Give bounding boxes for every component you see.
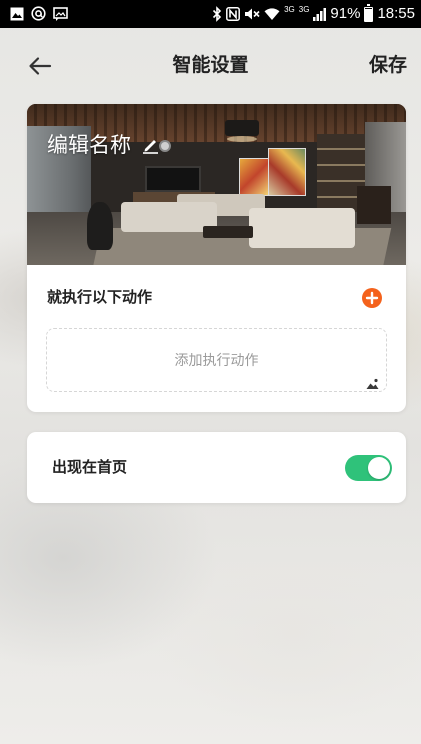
toggle-knob (368, 457, 390, 479)
plus-circle-icon[interactable] (362, 288, 382, 308)
scene-cover-image[interactable] (27, 104, 406, 265)
bluetooth-icon (213, 6, 222, 22)
wifi-icon (264, 8, 280, 20)
status-right-icons: 3G 3G 91% 18:55 (212, 0, 415, 28)
actions-title: 就执行以下动作 (47, 289, 153, 306)
image-notification-icon (10, 7, 24, 20)
actions-section: 就执行以下动作 添加执行动作 (27, 265, 406, 412)
app-header: 智能设置 保存 (0, 28, 421, 104)
at-sign-icon (31, 6, 46, 21)
cover-sofa-right (249, 208, 355, 248)
cover-tv (145, 166, 201, 192)
message-icon (53, 6, 68, 21)
cover-painting (239, 158, 269, 196)
cover-statue (87, 202, 113, 250)
mute-icon (245, 8, 260, 20)
page-title: 智能设置 (172, 55, 249, 76)
signal-icon (313, 8, 327, 21)
save-button[interactable]: 保存 (369, 54, 407, 78)
network-type-label-secondary: 3G (298, 5, 310, 14)
pencil-icon[interactable] (142, 136, 160, 154)
clock-time: 18:55 (377, 5, 415, 22)
battery-icon (364, 4, 374, 22)
nfc-icon (226, 7, 241, 21)
add-action-placeholder: 添加执行动作 (174, 352, 259, 368)
status-bar: 3G 3G 91% 18:55 (0, 0, 421, 28)
cover-coffee-table (203, 226, 253, 238)
cover-wall-clock (159, 140, 171, 152)
cover-pendant-lamp (225, 120, 259, 136)
battery-percent: 91% (330, 5, 361, 22)
show-on-homepage-label: 出现在首页 (52, 459, 128, 476)
network-type-label: 3G (284, 5, 295, 14)
add-action-area[interactable]: 添加执行动作 (46, 328, 387, 392)
status-left-icons (10, 6, 68, 21)
battery-fill (365, 9, 373, 21)
show-on-homepage-card: 出现在首页 (27, 432, 406, 503)
show-on-homepage-toggle[interactable] (345, 455, 392, 481)
scene-card: 编辑名称 就执行以下动作 添加执行动作 (27, 104, 406, 412)
cover-lamp-glow (227, 136, 257, 142)
cover-side-cabinet (357, 186, 391, 224)
cover-painting-large (268, 148, 306, 196)
scene-name[interactable]: 编辑名称 (47, 133, 131, 159)
